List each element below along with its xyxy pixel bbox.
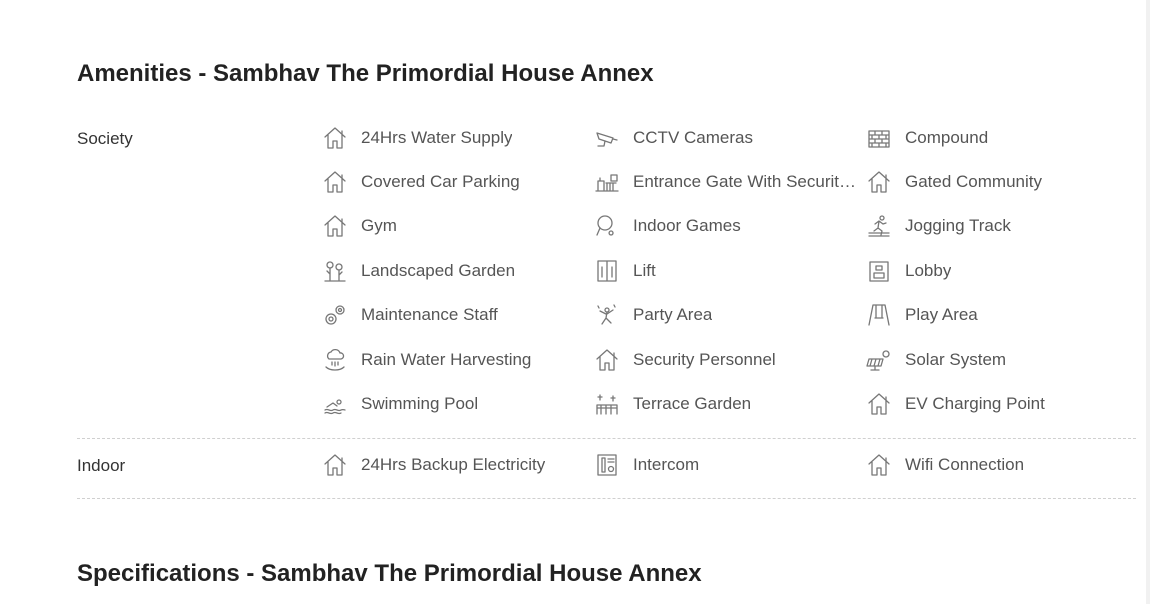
- cctv-camera-icon: [594, 125, 620, 151]
- amenity-item: Party Area: [594, 301, 860, 329]
- amenity-label: Lift: [633, 261, 656, 280]
- house-icon: [322, 452, 348, 478]
- amenity-label: EV Charging Point: [905, 394, 1045, 413]
- amenity-label: Maintenance Staff: [361, 305, 498, 324]
- amenity-item: Gym: [322, 212, 588, 240]
- amenity-label: 24Hrs Water Supply: [361, 128, 513, 147]
- amenity-label: Lobby: [905, 261, 952, 280]
- amenity-item: Swimming Pool: [322, 390, 588, 418]
- gears-icon: [322, 302, 348, 328]
- house-icon: [866, 391, 892, 417]
- amenity-label: Jogging Track: [905, 216, 1011, 235]
- brick-wall-icon: [866, 125, 892, 151]
- amenity-label: Compound: [905, 128, 989, 147]
- house-icon: [322, 169, 348, 195]
- amenity-label: Solar System: [905, 350, 1007, 369]
- amenity-item: Security Personnel: [594, 346, 860, 374]
- amenity-label: Indoor Games: [633, 216, 741, 235]
- amenity-item: Compound: [866, 124, 1132, 152]
- amenity-item: Lift: [594, 257, 860, 285]
- amenity-label: Intercom: [633, 455, 700, 474]
- amenity-item: Jogging Track: [866, 212, 1132, 240]
- jogger-icon: [866, 213, 892, 239]
- amenity-label: Gym: [361, 216, 397, 235]
- amenity-item: CCTV Cameras: [594, 124, 860, 152]
- swimmer-icon: [322, 391, 348, 417]
- amenity-item: Maintenance Staff: [322, 301, 588, 329]
- security-gate-icon: [594, 169, 620, 195]
- amenity-label: CCTV Cameras: [633, 128, 753, 147]
- amenity-label: Play Area: [905, 305, 978, 324]
- amenities-title: Amenities - Sambhav The Primordial House…: [77, 60, 654, 87]
- amenity-item: Covered Car Parking: [322, 168, 588, 196]
- rain-cloud-icon: [322, 347, 348, 373]
- amenity-item: Rain Water Harvesting: [322, 346, 588, 374]
- amenity-item: EV Charging Point: [866, 390, 1132, 418]
- house-icon: [322, 125, 348, 151]
- amenity-item: Landscaped Garden: [322, 257, 588, 285]
- amenity-label: Covered Car Parking: [361, 172, 520, 191]
- group-label: Indoor: [77, 456, 126, 475]
- house-icon: [866, 169, 892, 195]
- amenity-item: Gated Community: [866, 168, 1132, 196]
- amenity-label: Swimming Pool: [361, 394, 479, 413]
- intercom-icon: [594, 452, 620, 478]
- amenity-item: Terrace Garden: [594, 390, 860, 418]
- solar-panel-icon: [866, 347, 892, 373]
- specifications-title: Specifications - Sambhav The Primordial …: [77, 560, 702, 587]
- group-label: Society: [77, 129, 133, 148]
- scrollbar[interactable]: [1146, 0, 1150, 604]
- amenity-item: Lobby: [866, 257, 1132, 285]
- amenity-label: Landscaped Garden: [361, 261, 516, 280]
- swing-icon: [866, 302, 892, 328]
- flowers-icon: [322, 258, 348, 284]
- amenity-item: Wifi Connection: [866, 451, 1132, 479]
- elevator-icon: [594, 258, 620, 284]
- lobby-icon: [866, 258, 892, 284]
- amenity-label: Rain Water Harvesting: [361, 350, 532, 369]
- house-icon: [322, 213, 348, 239]
- amenity-item: Entrance Gate With Security Cabin: [594, 168, 860, 196]
- amenity-item: Play Area: [866, 301, 1132, 329]
- amenity-item: Intercom: [594, 451, 860, 479]
- amenity-label: Party Area: [633, 305, 713, 324]
- amenity-item: 24Hrs Backup Electricity: [322, 451, 588, 479]
- amenity-label: Wifi Connection: [905, 455, 1025, 474]
- table-tennis-icon: [594, 213, 620, 239]
- house-icon: [594, 347, 620, 373]
- amenity-label: Security Personnel: [633, 350, 776, 369]
- amenity-label: Terrace Garden: [633, 394, 752, 413]
- amenity-item: Indoor Games: [594, 212, 860, 240]
- amenity-label: Gated Community: [905, 172, 1042, 191]
- party-icon: [594, 302, 620, 328]
- terrace-icon: [594, 391, 620, 417]
- house-icon: [866, 452, 892, 478]
- amenity-item: Solar System: [866, 346, 1132, 374]
- amenity-label: Entrance Gate With Security Cabin: [633, 172, 860, 191]
- amenity-item: 24Hrs Water Supply: [322, 124, 588, 152]
- amenity-label: 24Hrs Backup Electricity: [361, 455, 546, 474]
